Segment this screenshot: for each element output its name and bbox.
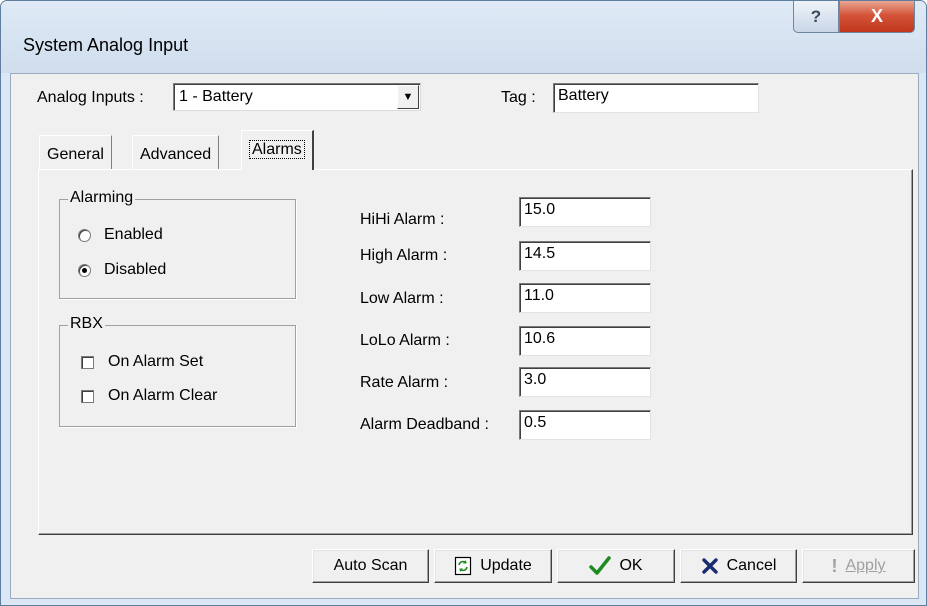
tab-alarms-label: Alarms [249, 140, 305, 159]
update-icon [455, 556, 472, 576]
on-alarm-set-label: On Alarm Set [108, 353, 204, 370]
cancel-button[interactable]: Cancel [680, 549, 797, 583]
low-alarm-input[interactable]: 11.0 [519, 283, 651, 313]
enabled-radio-label: Enabled [104, 226, 163, 243]
alarm-deadband-label: Alarm Deadband : [360, 416, 489, 433]
help-icon: ? [810, 6, 822, 26]
lolo-alarm-input[interactable]: 10.6 [519, 326, 651, 356]
tab-advanced[interactable]: Advanced [132, 135, 220, 169]
update-button-label: Update [480, 557, 532, 574]
high-alarm-label: High Alarm : [360, 247, 448, 264]
disabled-radio-label: Disabled [104, 261, 167, 278]
close-icon: X [870, 6, 883, 26]
close-button[interactable]: X [839, 1, 915, 33]
dialog-window: System Analog Input ? X Analog Inputs : … [0, 0, 927, 606]
hihi-alarm-label: HiHi Alarm : [360, 211, 445, 228]
tab-general-label: General [47, 146, 104, 163]
analog-inputs-label: Analog Inputs : [37, 89, 144, 106]
ok-button-label: OK [619, 557, 643, 574]
tab-alarms[interactable]: Alarms [241, 130, 314, 170]
auto-scan-button-label: Auto Scan [333, 557, 408, 574]
radio-selected-dot [82, 268, 87, 273]
rbx-group: RBX [59, 315, 296, 427]
chevron-down-icon[interactable]: ▼ [397, 85, 419, 109]
exclamation-icon: ! [831, 555, 838, 576]
title-bar: System Analog Input ? X [1, 1, 926, 73]
lolo-alarm-label: LoLo Alarm : [360, 332, 450, 349]
alarm-deadband-input[interactable]: 0.5 [519, 410, 651, 440]
on-alarm-clear-label: On Alarm Clear [108, 387, 218, 404]
update-button[interactable]: Update [434, 549, 552, 583]
help-button[interactable]: ? [793, 1, 839, 33]
alarming-group: Alarming [59, 189, 296, 299]
enabled-radio[interactable] [78, 229, 91, 242]
rbx-group-title: RBX [68, 315, 105, 333]
on-alarm-set-checkbox[interactable] [81, 356, 94, 369]
cancel-x-icon [701, 558, 718, 574]
auto-scan-button[interactable]: Auto Scan [312, 549, 429, 583]
tab-general[interactable]: General [39, 135, 112, 169]
analog-inputs-value: 1 - Battery [179, 88, 253, 105]
checkmark-icon [589, 556, 612, 575]
on-alarm-clear-checkbox[interactable] [81, 390, 94, 403]
ok-button[interactable]: OK [557, 549, 675, 583]
apply-button[interactable]: ! Apply [802, 549, 915, 583]
low-alarm-label: Low Alarm : [360, 290, 444, 307]
high-alarm-input[interactable]: 14.5 [519, 241, 651, 271]
cancel-button-label: Cancel [726, 557, 777, 574]
window-title: System Analog Input [23, 35, 189, 55]
rate-alarm-label: Rate Alarm : [360, 374, 449, 391]
rate-alarm-input[interactable]: 3.0 [519, 367, 651, 397]
disabled-radio[interactable] [78, 264, 91, 277]
tag-input[interactable]: Battery [553, 83, 759, 113]
tab-advanced-label: Advanced [140, 146, 212, 163]
analog-inputs-select[interactable]: 1 - Battery ▼ [173, 83, 421, 111]
alarming-group-title: Alarming [68, 189, 136, 207]
apply-button-label: Apply [845, 557, 886, 574]
hihi-alarm-input[interactable]: 15.0 [519, 197, 651, 227]
tag-label: Tag : [501, 89, 536, 106]
